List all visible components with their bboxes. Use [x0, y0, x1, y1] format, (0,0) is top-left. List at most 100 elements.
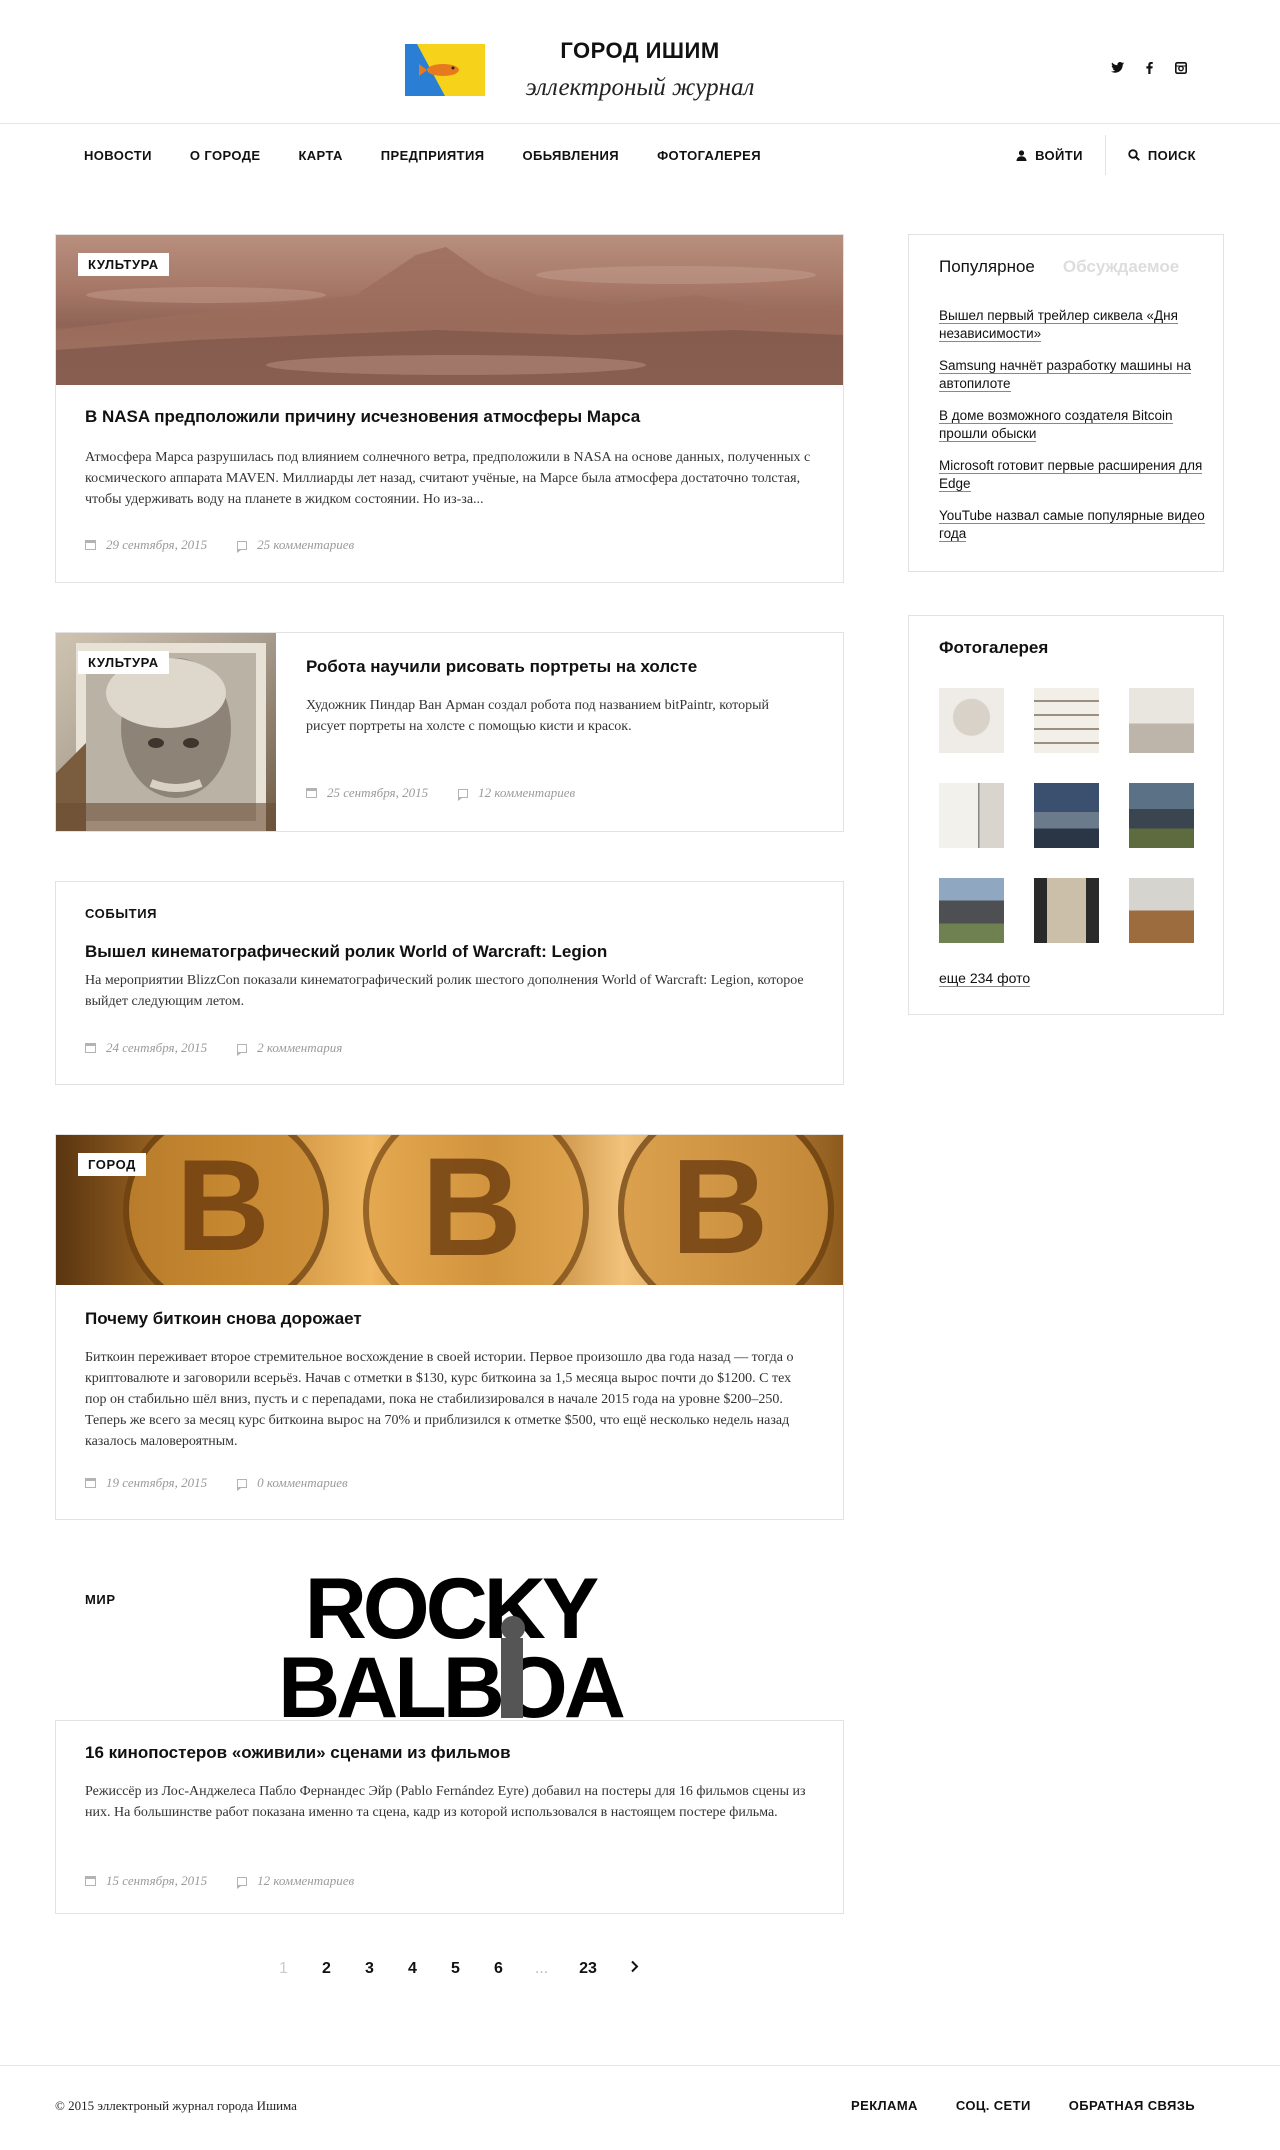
article-date: 19 сентября, 2015	[106, 1475, 208, 1490]
site-subtitle: эллектроный журнал	[525, 74, 755, 101]
category-tag[interactable]: ГОРОД	[78, 1153, 147, 1176]
article-card[interactable]: B B B ГОРОД Почему биткоин снова дорожае…	[55, 1134, 844, 1520]
popular-widget: Популярное Обсуждаемое Вышел первый трей…	[908, 234, 1224, 572]
gallery-more-link[interactable]: еще 234 фото	[939, 970, 1031, 987]
article-text: Атмосфера Марса разрушилась под влиянием…	[85, 450, 811, 507]
article-meta: 24 сентября, 2015 2 комментария	[85, 1040, 342, 1056]
article-title[interactable]: Почему биткоин снова дорожает	[85, 1309, 362, 1329]
comment-icon	[237, 1478, 248, 1491]
footer-link-ads[interactable]: РЕКЛАМА	[851, 2098, 918, 2113]
tab-discussed[interactable]: Обсуждаемое	[1063, 257, 1179, 277]
site-header: ГОРОД ИШИМ эллектроный журнал	[0, 0, 1280, 124]
gallery-thumbs	[939, 688, 1194, 943]
gallery-thumb[interactable]	[1034, 878, 1099, 943]
category-tag[interactable]: КУЛЬТУРА	[78, 253, 169, 276]
city-flag-logo[interactable]	[405, 44, 485, 96]
gallery-widget: Фотогалерея еще 234 фото	[908, 615, 1224, 1015]
popular-link[interactable]: YouTube назвал самые популярные видео го…	[939, 507, 1209, 543]
search-label: ПОИСК	[1147, 147, 1196, 163]
article-meta: 19 сентября, 2015 0 комментариев	[85, 1475, 348, 1491]
page-link[interactable]: 4	[391, 1960, 434, 1978]
user-icon	[1016, 149, 1027, 161]
twitter-icon[interactable]	[1110, 62, 1124, 76]
login-label: ВОЙТИ	[1035, 147, 1083, 163]
gallery-thumb[interactable]	[939, 688, 1004, 753]
gallery-thumb[interactable]	[1129, 878, 1194, 943]
gallery-thumb[interactable]	[1129, 783, 1194, 848]
article-text: Режиссёр из Лос-Анджелеса Пабло Фернанде…	[85, 1784, 806, 1820]
nav-about-city[interactable]: О ГОРОДЕ	[190, 148, 261, 163]
nav-gallery[interactable]: ФОТОГАЛЕРЕЯ	[657, 148, 761, 163]
article-card[interactable]: КУЛЬТУРА В NASA предположили причину исч…	[55, 234, 844, 583]
site-footer: © 2015 эллектроный журнал города Ишима Р…	[0, 2065, 1280, 2150]
tab-popular[interactable]: Популярное	[939, 257, 1035, 277]
article-comments[interactable]: 12 комментариев	[478, 785, 575, 801]
nav-ads[interactable]: ОБЬЯВЛЕНИЯ	[522, 148, 619, 163]
main-nav: НОВОСТИ О ГОРОДЕ КАРТА ПРЕДПРИЯТИЯ ОБЬЯВ…	[0, 124, 1280, 186]
nav-map[interactable]: КАРТА	[298, 148, 342, 163]
gallery-thumb[interactable]	[1034, 688, 1099, 753]
site-title: ГОРОД ИШИМ	[560, 38, 720, 63]
facebook-icon[interactable]	[1142, 62, 1156, 76]
article-title[interactable]: Вышел кинематографический ролик World of…	[85, 942, 607, 962]
comment-icon	[237, 540, 248, 553]
pagination: 1 2 3 4 5 6 ... 23	[262, 1960, 656, 1978]
svg-text:B: B	[671, 1135, 769, 1282]
comment-icon	[458, 788, 469, 801]
svg-text:B: B	[421, 1135, 522, 1285]
category-tag[interactable]: КУЛЬТУРА	[78, 651, 169, 674]
instagram-icon[interactable]	[1174, 62, 1188, 76]
article-title[interactable]: В NASA предположили причину исчезновения…	[85, 407, 640, 427]
search-icon	[1128, 149, 1140, 161]
popular-link[interactable]: Samsung начнёт разработку машины на авто…	[939, 357, 1209, 393]
calendar-icon	[306, 788, 317, 798]
footer-link-social[interactable]: СОЦ. СЕТИ	[956, 2098, 1031, 2113]
popular-link[interactable]: В доме возможного создателя Bitcoin прош…	[939, 407, 1209, 443]
article-image-bitcoin[interactable]: B B B	[56, 1135, 843, 1285]
page-link[interactable]: 23	[563, 1960, 613, 1978]
article-meta: 25 сентября, 2015 12 комментариев	[306, 785, 575, 801]
article-date: 29 сентября, 2015	[106, 537, 208, 552]
svg-text:B: B	[176, 1135, 270, 1278]
nav-companies[interactable]: ПРЕДПРИЯТИЯ	[381, 148, 485, 163]
social-links	[1110, 62, 1188, 76]
gallery-thumb[interactable]	[1034, 783, 1099, 848]
article-card[interactable]: СОБЫТИЯ Вышел кинематографический ролик …	[55, 881, 844, 1085]
article-card[interactable]: 16 кинопостеров «оживили» сценами из фил…	[55, 1720, 844, 1914]
page-link[interactable]: 2	[305, 1960, 348, 1978]
article-comments[interactable]: 0 комментариев	[257, 1475, 348, 1491]
article-card[interactable]: КУЛЬТУРА Робота научили рисовать портрет…	[55, 632, 844, 832]
category-tag[interactable]: СОБЫТИЯ	[85, 906, 157, 921]
gallery-title: Фотогалерея	[939, 638, 1049, 657]
article-date: 24 сентября, 2015	[106, 1040, 208, 1055]
nav-news[interactable]: НОВОСТИ	[84, 148, 152, 163]
page-link[interactable]: 3	[348, 1960, 391, 1978]
footer-link-feedback[interactable]: ОБРАТНАЯ СВЯЗЬ	[1069, 2098, 1195, 2113]
article-comments[interactable]: 12 комментариев	[257, 1873, 354, 1889]
search-button[interactable]: ПОИСК	[1106, 136, 1196, 174]
gallery-thumb[interactable]	[939, 783, 1004, 848]
article-text: На мероприятии BlizzCon показали кинемат…	[85, 973, 804, 1009]
calendar-icon	[85, 540, 96, 550]
next-page-button[interactable]	[613, 1960, 656, 1978]
page-link[interactable]: 6	[477, 1960, 520, 1978]
article-meta: 15 сентября, 2015 12 комментариев	[85, 1873, 354, 1889]
login-button[interactable]: ВОЙТИ	[994, 136, 1105, 174]
category-tag[interactable]: МИР	[85, 1592, 116, 1607]
article-comments[interactable]: 25 комментариев	[257, 537, 354, 553]
page-current: 1	[279, 1960, 288, 1977]
article-image-rocky-poster[interactable]: ROCKY BALBOA	[235, 1570, 665, 1718]
article-text: Биткоин переживает второе стремительное …	[85, 1350, 794, 1449]
article-title[interactable]: Робота научили рисовать портреты на холс…	[306, 657, 697, 677]
article-comments[interactable]: 2 комментария	[257, 1040, 342, 1056]
article-text: Художник Пиндар Ван Арман создал робота …	[306, 698, 769, 734]
poster-text-line2: BALBOA	[278, 1640, 624, 1718]
page-link[interactable]: 5	[434, 1960, 477, 1978]
popular-link[interactable]: Microsoft готовит первые расширения для …	[939, 457, 1209, 493]
article-image-mars[interactable]	[56, 235, 843, 385]
article-title[interactable]: 16 кинопостеров «оживили» сценами из фил…	[85, 1743, 511, 1763]
footer-links: РЕКЛАМА СОЦ. СЕТИ ОБРАТНАЯ СВЯЗЬ	[851, 2098, 1195, 2113]
popular-link[interactable]: Вышел первый трейлер сиквела «Дня незави…	[939, 307, 1209, 343]
gallery-thumb[interactable]	[1129, 688, 1194, 753]
gallery-thumb[interactable]	[939, 878, 1004, 943]
